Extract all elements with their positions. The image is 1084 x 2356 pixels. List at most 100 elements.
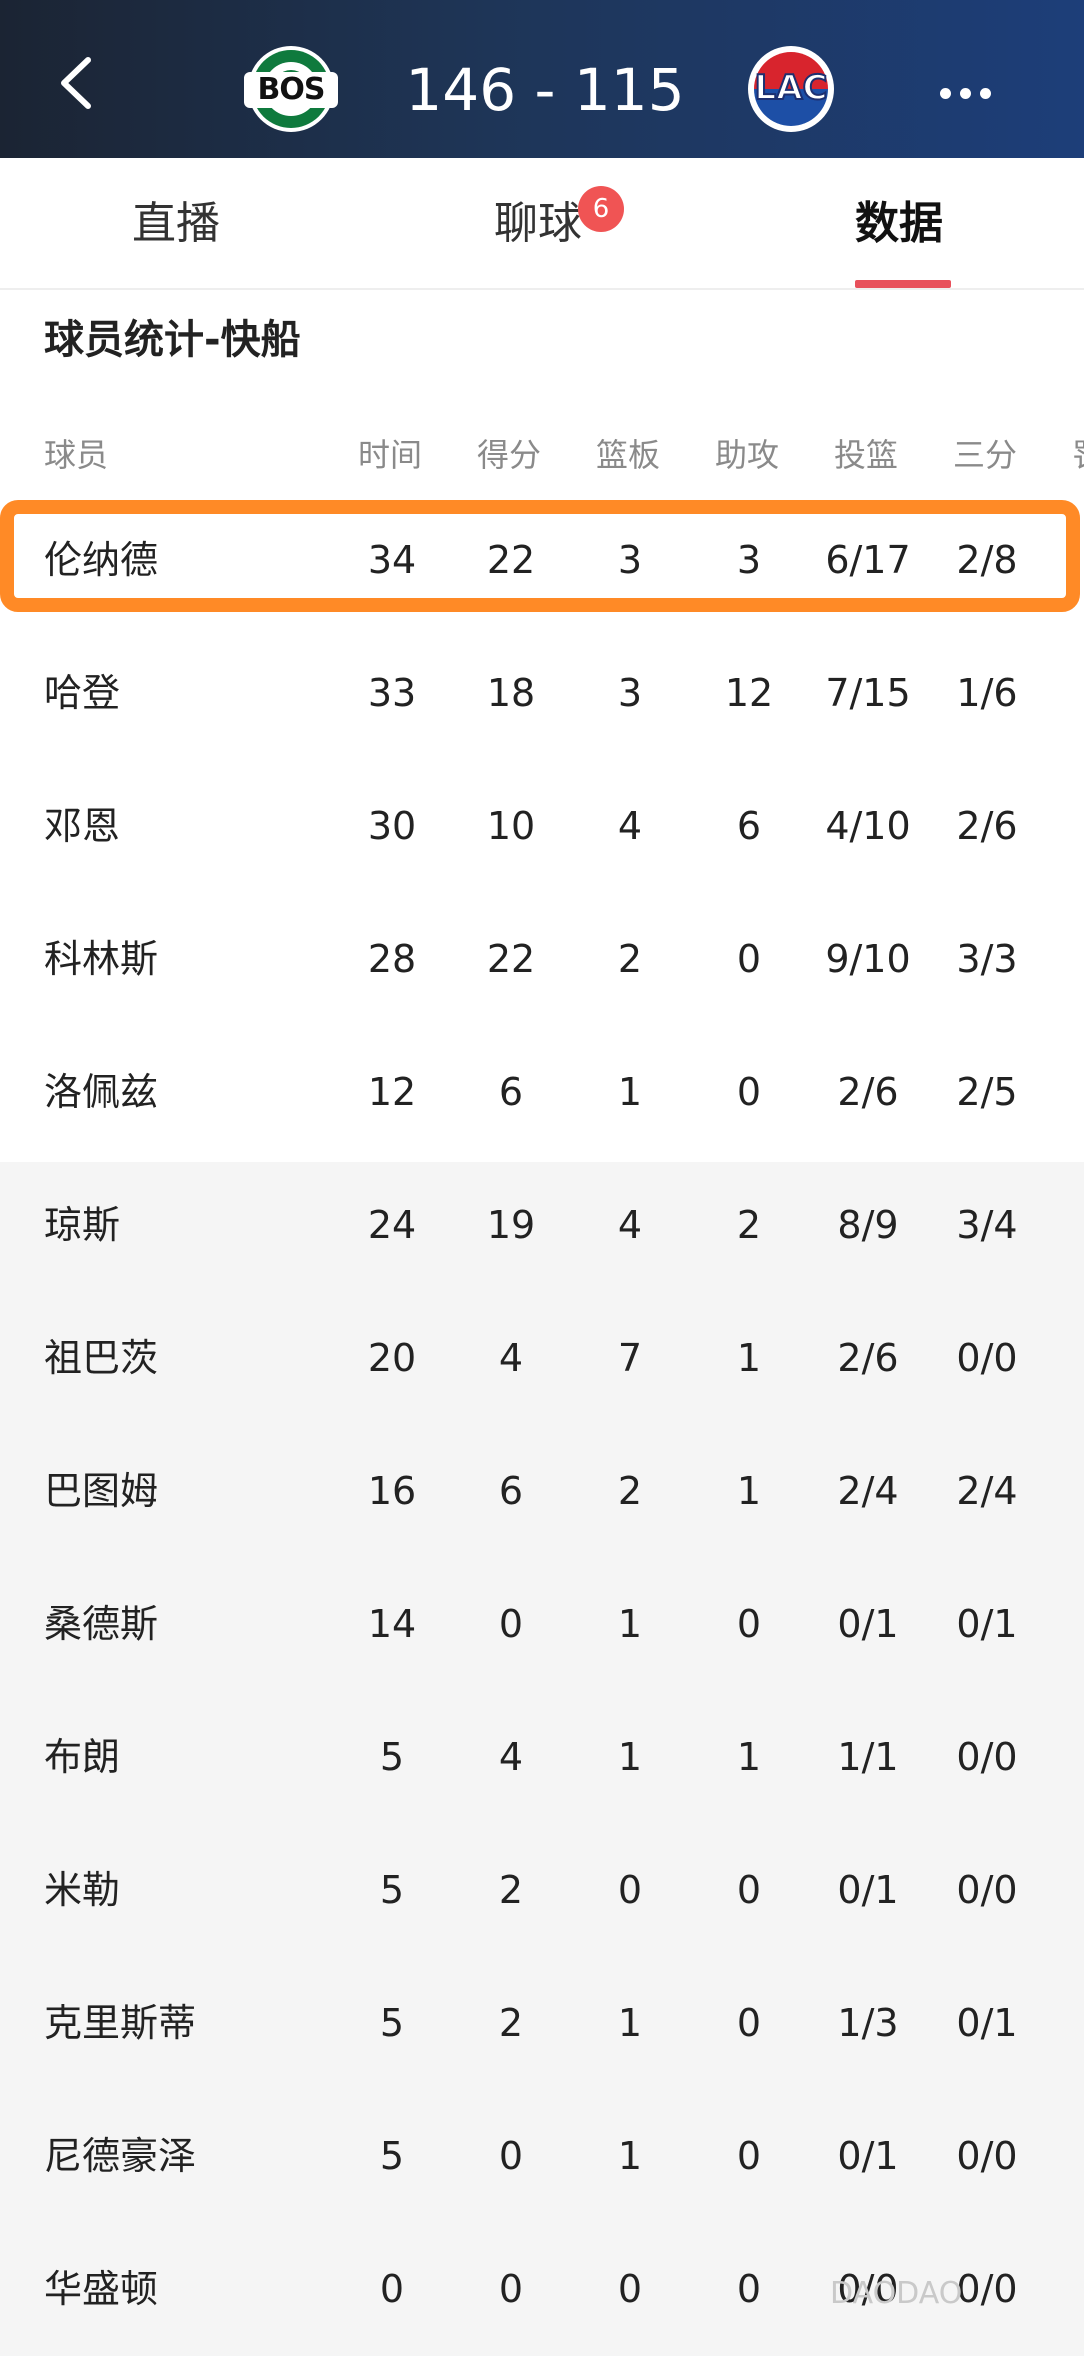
stat-ft: 1 bbox=[1051, 893, 1084, 1026]
stat-ast: 2 bbox=[736, 1203, 762, 1247]
stat-pts: 0 bbox=[498, 2267, 524, 2311]
col-rebounds[interactable]: 篮板 bbox=[596, 430, 660, 480]
stat-time: 14 bbox=[367, 1602, 417, 1646]
tab-live[interactable]: 直播 bbox=[132, 196, 220, 252]
stat-reb: 3 bbox=[617, 538, 643, 582]
stat-pts: 2 bbox=[498, 2001, 524, 2045]
stat-three: 2/4 bbox=[956, 1469, 1018, 1513]
stat-ast: 0 bbox=[736, 2134, 762, 2178]
stat-three: 0/1 bbox=[956, 1602, 1018, 1646]
stat-ast: 0 bbox=[736, 1602, 762, 1646]
stat-fg: 1/3 bbox=[837, 2001, 899, 2045]
stat-reb: 7 bbox=[617, 1336, 643, 1380]
stat-time: 30 bbox=[367, 804, 417, 848]
stat-pts: 4 bbox=[498, 1735, 524, 1779]
stat-ast: 0 bbox=[736, 2267, 762, 2311]
player-name[interactable]: 琼斯 bbox=[44, 1159, 344, 1292]
stat-ft: 0 bbox=[1051, 2223, 1084, 2356]
stat-ft: 0 bbox=[1051, 1957, 1084, 2090]
stat-fg: 0/1 bbox=[837, 1602, 899, 1646]
stat-pts: 22 bbox=[486, 538, 536, 582]
player-name[interactable]: 克里斯蒂 bbox=[44, 1957, 344, 2090]
table-row[interactable]: 巴图姆 16 6 2 1 2/4 2/4 0 bbox=[0, 1425, 1084, 1558]
stat-three: 3/3 bbox=[956, 937, 1018, 981]
player-name[interactable]: 布朗 bbox=[44, 1691, 344, 1824]
stat-three: 0/0 bbox=[956, 1735, 1018, 1779]
stat-three: 0/0 bbox=[956, 1336, 1018, 1380]
player-name[interactable]: 伦纳德 bbox=[44, 494, 344, 627]
tab-bar: 直播 聊球 6 数据 bbox=[0, 158, 1084, 290]
col-three[interactable]: 三分 bbox=[953, 430, 1017, 480]
stat-pts: 0 bbox=[498, 2134, 524, 2178]
stat-ft: 0 bbox=[1051, 1026, 1084, 1159]
stat-three: 1/6 bbox=[956, 671, 1018, 715]
col-ft[interactable]: 罚 bbox=[1072, 430, 1084, 480]
stat-reb: 0 bbox=[617, 1868, 643, 1912]
table-row[interactable]: 桑德斯 14 0 1 0 0/1 0/1 0 bbox=[0, 1558, 1084, 1691]
stat-ast: 1 bbox=[736, 1469, 762, 1513]
stat-reb: 0 bbox=[617, 2267, 643, 2311]
stat-ft: 0 bbox=[1051, 1159, 1084, 1292]
stat-time: 5 bbox=[379, 1868, 405, 1912]
stat-time: 16 bbox=[367, 1469, 417, 1513]
stat-fg: 2/6 bbox=[837, 1070, 899, 1114]
tab-stats[interactable]: 数据 bbox=[855, 196, 943, 252]
chat-badge: 6 bbox=[578, 186, 624, 232]
col-points[interactable]: 得分 bbox=[477, 430, 541, 480]
stat-ast: 0 bbox=[736, 1868, 762, 1912]
stat-pts: 0 bbox=[498, 1602, 524, 1646]
stat-fg: 2/6 bbox=[837, 1336, 899, 1380]
stat-ft: 2 bbox=[1051, 1691, 1084, 1824]
table-row[interactable]: 克里斯蒂 5 2 1 0 1/3 0/1 0 bbox=[0, 1957, 1084, 2090]
player-name[interactable]: 米勒 bbox=[44, 1824, 344, 1957]
table-row[interactable]: 科林斯2822209/103/31 bbox=[0, 893, 1084, 1026]
stat-three: 3/4 bbox=[956, 1203, 1018, 1247]
player-name[interactable]: 哈登 bbox=[44, 627, 344, 760]
stat-three: 0/0 bbox=[956, 2134, 1018, 2178]
table-row[interactable]: 布朗 5 4 1 1 1/1 0/0 2 bbox=[0, 1691, 1084, 1824]
tab-chat[interactable]: 聊球 bbox=[494, 196, 582, 252]
stat-fg: 6/17 bbox=[825, 538, 911, 582]
col-fg[interactable]: 投篮 bbox=[834, 430, 898, 480]
stat-fg: 9/10 bbox=[825, 937, 911, 981]
stat-reb: 2 bbox=[617, 937, 643, 981]
stat-reb: 4 bbox=[617, 804, 643, 848]
stat-ft: 0 bbox=[1051, 1425, 1084, 1558]
section-title: 球员统计-快船 bbox=[44, 317, 301, 363]
team-logo-home[interactable]: BOS bbox=[244, 46, 338, 132]
away-logo-text: LAC bbox=[754, 67, 829, 109]
player-name[interactable]: 巴图姆 bbox=[44, 1425, 344, 1558]
player-name[interactable]: 华盛顿 bbox=[44, 2223, 344, 2356]
player-name[interactable]: 祖巴茨 bbox=[44, 1292, 344, 1425]
table-row[interactable]: 伦纳德 34 22 3 3 6/17 2/8 bbox=[0, 494, 1084, 627]
table-row[interactable]: 祖巴茨 20 4 7 1 2/6 0/0 0 bbox=[0, 1292, 1084, 1425]
chevron-left-icon[interactable] bbox=[52, 56, 106, 110]
table-row[interactable]: 哈登 33 18 3 12 7/15 1/6 3 bbox=[0, 627, 1084, 760]
stat-ast: 1 bbox=[736, 1336, 762, 1380]
stat-fg: 7/15 bbox=[825, 671, 911, 715]
stat-time: 12 bbox=[367, 1070, 417, 1114]
col-time[interactable]: 时间 bbox=[358, 430, 422, 480]
stat-three: 0/1 bbox=[956, 2001, 1018, 2045]
player-name[interactable]: 桑德斯 bbox=[44, 1558, 344, 1691]
player-name[interactable]: 邓恩 bbox=[44, 760, 344, 893]
stat-fg: 8/9 bbox=[837, 1203, 899, 1247]
table-row[interactable]: 尼德豪泽 5 0 1 0 0/1 0/0 0 bbox=[0, 2090, 1084, 2223]
table-row[interactable]: 邓恩 30 10 4 6 4/10 2/6 0 bbox=[0, 760, 1084, 893]
table-row[interactable]: 洛佩兹 12 6 1 0 2/6 2/5 0 bbox=[0, 1026, 1084, 1159]
stat-fg: 2/4 bbox=[837, 1469, 899, 1513]
table-row[interactable]: 米勒 5 2 0 0 0/1 0/0 2 bbox=[0, 1824, 1084, 1957]
player-name[interactable]: 尼德豪泽 bbox=[44, 2090, 344, 2223]
player-name[interactable]: 科林斯 bbox=[44, 893, 344, 1026]
team-logo-away[interactable]: LAC bbox=[748, 46, 834, 132]
stat-ft: 2 bbox=[1051, 1824, 1084, 1957]
stat-time: 28 bbox=[367, 937, 417, 981]
stat-three: 0/0 bbox=[956, 1868, 1018, 1912]
table-row[interactable]: 琼斯 24 19 4 2 8/9 3/4 0 bbox=[0, 1159, 1084, 1292]
stat-time: 33 bbox=[367, 671, 417, 715]
stat-ast: 0 bbox=[736, 2001, 762, 2045]
stat-ast: 0 bbox=[736, 937, 762, 981]
more-dots-icon[interactable] bbox=[940, 84, 1000, 103]
player-name[interactable]: 洛佩兹 bbox=[44, 1026, 344, 1159]
col-assists[interactable]: 助攻 bbox=[715, 430, 779, 480]
